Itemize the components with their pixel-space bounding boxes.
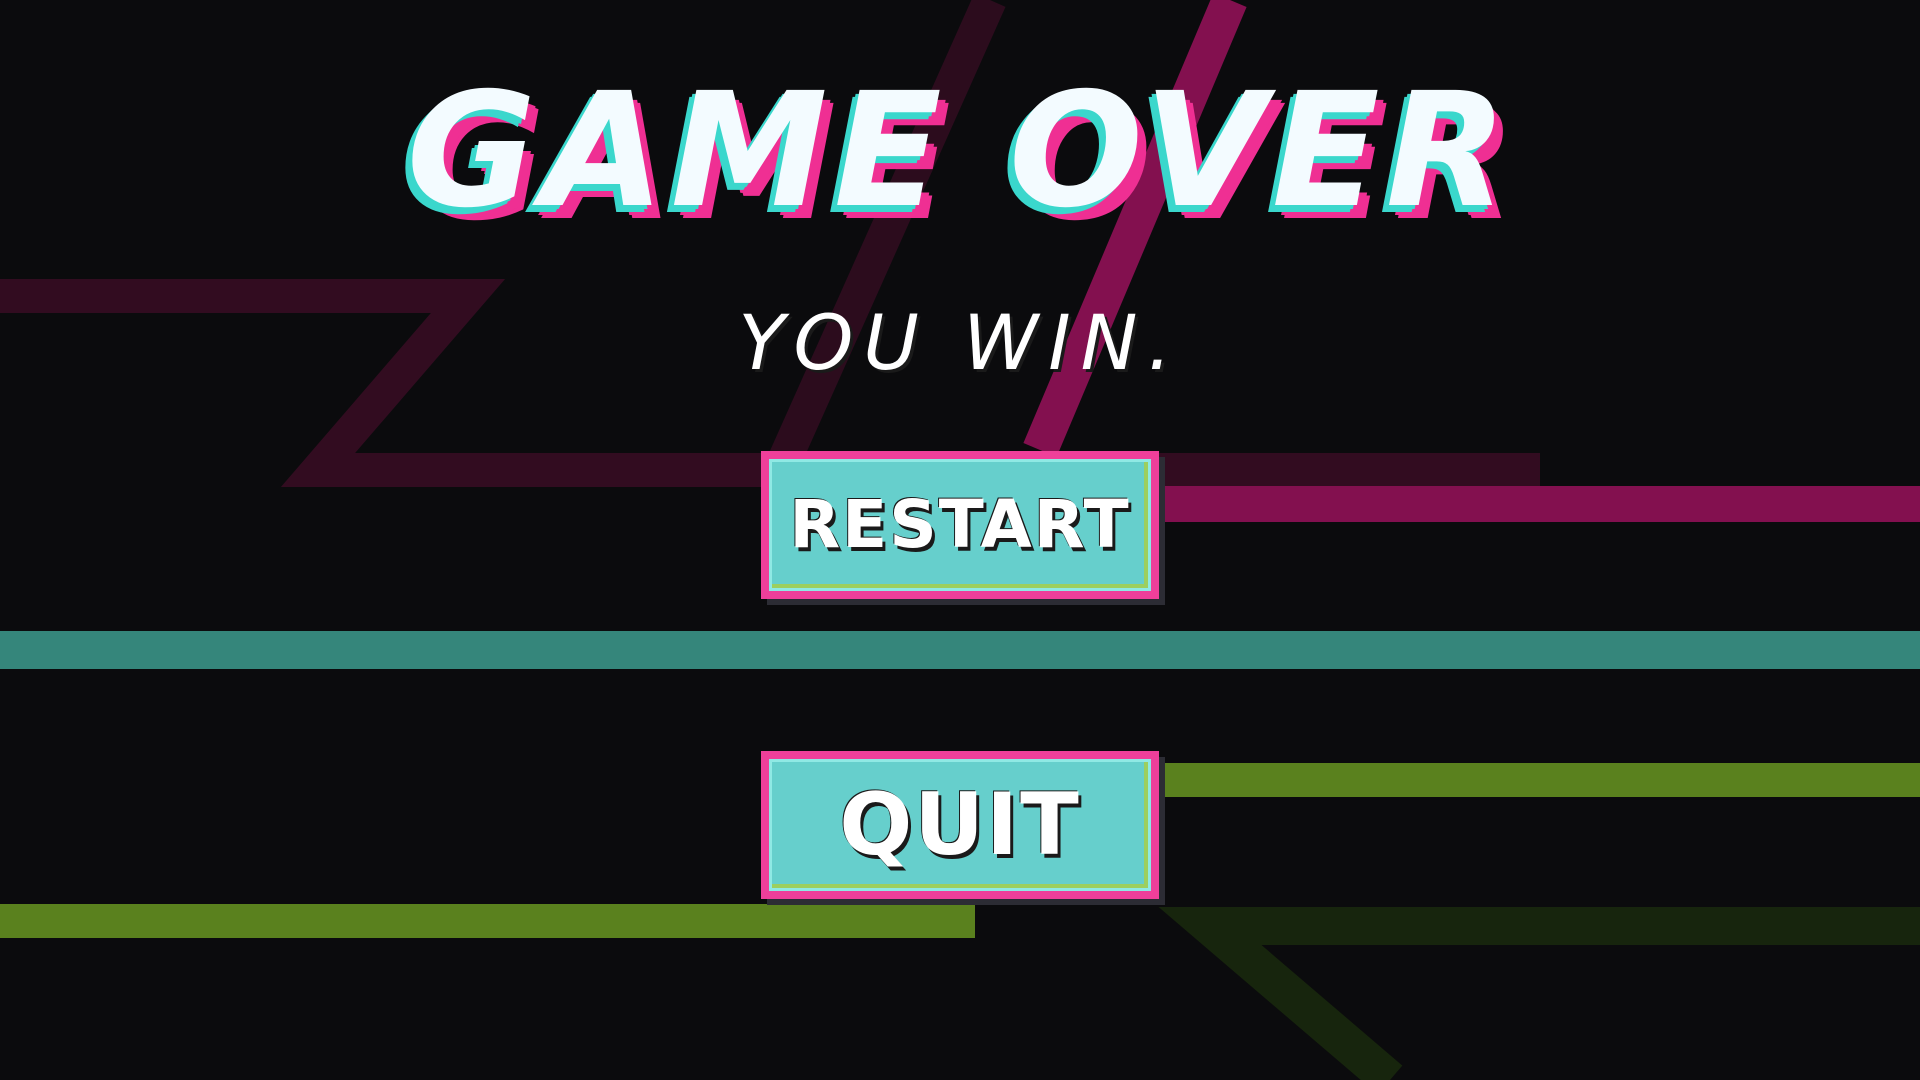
quit-button-label: QUIT	[839, 775, 1081, 875]
bg-line-dark-green	[1158, 907, 1920, 1080]
game-over-screen: GAME OVER YOU WIN. RESTART QUIT	[0, 0, 1920, 1080]
result-subtitle: YOU WIN.	[738, 298, 1182, 387]
quit-button[interactable]: QUIT	[761, 751, 1159, 899]
game-over-title: GAME OVER	[406, 59, 1514, 243]
restart-button[interactable]: RESTART	[761, 451, 1159, 599]
restart-button-label: RESTART	[789, 486, 1131, 563]
